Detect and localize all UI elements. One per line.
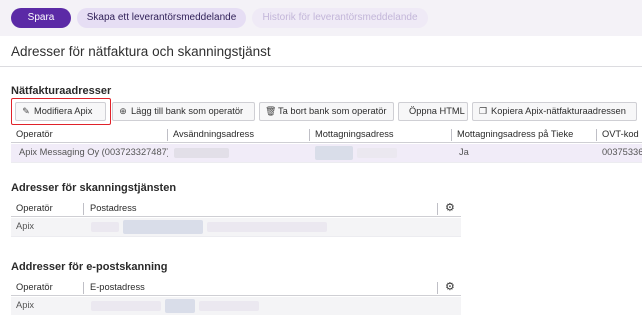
email-address-value-mid — [165, 299, 195, 313]
save-button[interactable]: Spara — [11, 8, 71, 28]
column-separator — [437, 203, 438, 215]
create-supplier-message-button[interactable]: Skapa ett leverantörsmeddelande — [77, 8, 246, 28]
postal-address-value-tail — [207, 222, 327, 232]
column-header-postal-address[interactable]: Postadress — [85, 200, 285, 216]
operator-cell: Apix — [16, 300, 35, 310]
column-separator — [437, 282, 438, 294]
remove-bank-operator-button[interactable]: 🗑 Ta bort bank som operatör — [259, 102, 394, 121]
scanning-table-bottom-border — [11, 236, 461, 237]
table-row[interactable]: Apix Messaging Oy (003723327487) Ja 0037… — [11, 144, 642, 162]
send-address-value — [174, 148, 229, 158]
copy-einvoice-address-button[interactable]: ❐ Kopiera Apix-nätfakturaadressen — [472, 102, 637, 121]
column-header-ovt[interactable]: OVT-kod — [597, 126, 642, 142]
top-action-bar: Spara Skapa ett leverantörsmeddelande Hi… — [0, 0, 642, 36]
operator-cell: Apix Messaging Oy (003723327487) — [19, 147, 168, 157]
open-html-label: Öppna HTML — [409, 106, 465, 116]
add-bank-label: Lägg till bank som operatör — [131, 106, 244, 116]
email-scanning-table-header: Operatör E-postadress ⚙ — [11, 279, 461, 296]
email-scanning-table: Operatör E-postadress ⚙ Apix — [11, 279, 461, 315]
gear-icon[interactable]: ⚙ — [445, 279, 455, 296]
page-title: Adresser för nätfaktura och skanningstjä… — [11, 44, 271, 59]
column-separator — [83, 282, 84, 294]
column-header-operator[interactable]: Operatör — [11, 126, 167, 142]
column-header-email-address[interactable]: E-postadress — [85, 279, 285, 295]
column-header-operator[interactable]: Operatör — [11, 279, 81, 295]
email-address-value-tail — [199, 301, 259, 311]
open-html-button[interactable]: Öppna HTML — [398, 102, 468, 121]
ovt-cell: 0037533603 — [602, 147, 642, 157]
table-row[interactable]: Apix — [11, 297, 461, 315]
table-row[interactable]: Apix — [11, 218, 461, 236]
scanning-table: Operatör Postadress ⚙ Apix — [11, 200, 461, 236]
copy-label: Kopiera Apix-nätfakturaadressen — [491, 106, 626, 116]
scanning-table-header: Operatör Postadress ⚙ — [11, 200, 461, 217]
copy-icon: ❐ — [478, 106, 488, 116]
postal-address-value-mid — [123, 220, 203, 234]
gear-icon[interactable]: ⚙ — [445, 200, 455, 217]
einvoice-table: Operatör Avsändningsadress Mottagningsad… — [11, 126, 642, 162]
column-header-receive-address[interactable]: Mottagningsadress — [310, 126, 451, 142]
highlight-annotation — [11, 98, 111, 125]
receive-address-value-tail — [357, 148, 397, 158]
column-header-send-address[interactable]: Avsändningsadress — [168, 126, 309, 142]
add-bank-operator-button[interactable]: ⊕ Lägg till bank som operatör — [112, 102, 255, 121]
column-separator — [83, 203, 84, 215]
receive-address-value — [315, 146, 353, 160]
column-header-receive-on-tieke[interactable]: Mottagningsadress på Tieke — [452, 126, 596, 142]
remove-bank-label: Ta bort bank som operatör — [278, 106, 387, 116]
email-address-value — [91, 301, 161, 311]
einvoice-section-title: Nätfakturaadresser — [11, 85, 112, 97]
supplier-message-history-button: Historik för leverantörsmeddelande — [252, 8, 428, 28]
column-header-operator[interactable]: Operatör — [11, 200, 81, 216]
plus-circle-icon: ⊕ — [119, 106, 127, 116]
trash-icon: 🗑 — [265, 106, 277, 116]
operator-cell: Apix — [16, 221, 35, 231]
postal-address-value — [91, 222, 119, 232]
table-bottom-border — [11, 162, 642, 163]
email-scanning-section-title: Addresser för e-postskanning — [11, 261, 168, 273]
receive-on-tieke-cell: Ja — [459, 147, 469, 157]
title-divider — [0, 66, 642, 67]
scanning-section-title: Adresser för skanningstjänsten — [11, 182, 177, 194]
einvoice-table-header: Operatör Avsändningsadress Mottagningsad… — [11, 126, 642, 143]
